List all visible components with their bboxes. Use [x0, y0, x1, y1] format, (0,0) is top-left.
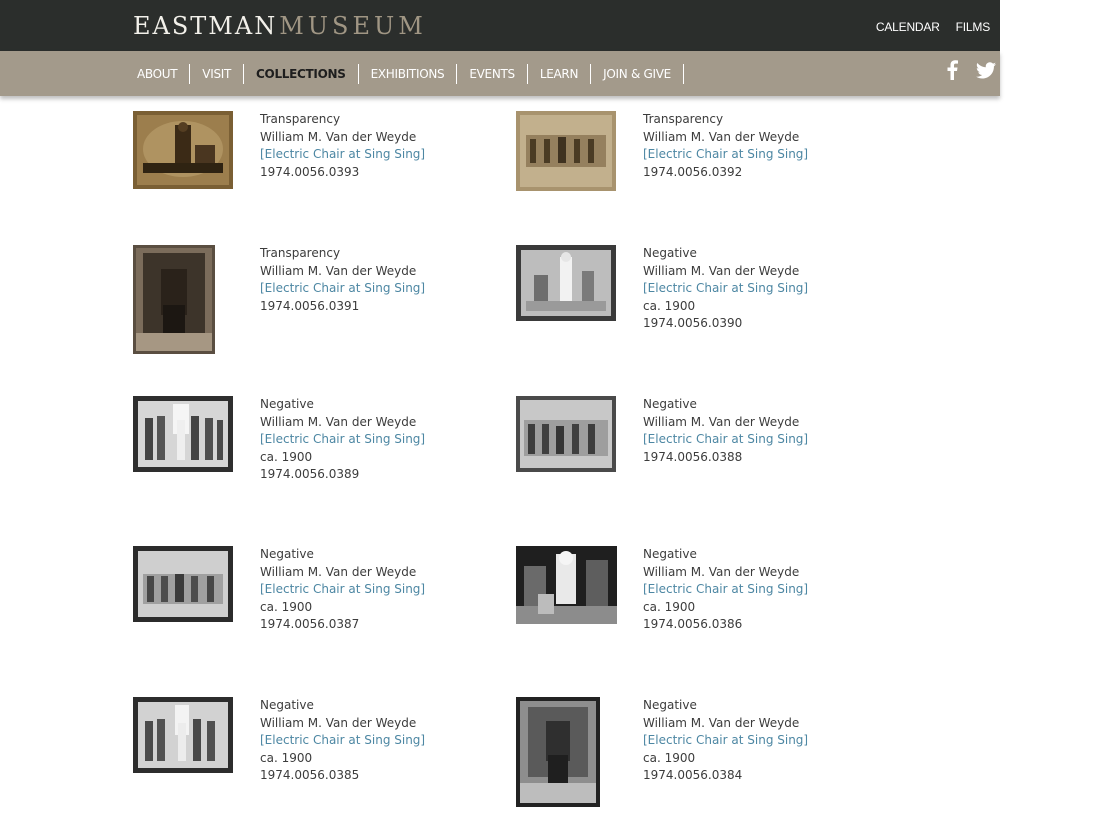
result-meta: Negative William M. Van der Weyde [Elect… — [260, 697, 425, 785]
object-title-link[interactable]: [Electric Chair at Sing Sing] — [260, 732, 425, 750]
page: EASTMANMUSEUM CALENDAR FILMS ABOUT VISIT… — [0, 0, 1100, 818]
nav-divider — [189, 63, 191, 84]
nav-divider — [682, 63, 684, 84]
object-date: ca. 1900 — [643, 599, 696, 614]
artist-name: William M. Van der Weyde — [643, 263, 800, 278]
nav-item-visit[interactable]: VISIT — [202, 67, 231, 81]
thumbnail-image[interactable] — [516, 396, 616, 472]
artist-name: William M. Van der Weyde — [643, 564, 800, 579]
accession-number: 1974.0056.0388 — [643, 449, 743, 464]
object-date: ca. 1900 — [260, 449, 313, 464]
main-nav-items: ABOUT VISIT COLLECTIONS EXHIBITIONS EVEN… — [137, 51, 696, 96]
object-title-link[interactable]: [Electric Chair at Sing Sing] — [260, 280, 425, 298]
object-title-link[interactable]: [Electric Chair at Sing Sing] — [643, 581, 808, 599]
museum-logo[interactable]: EASTMANMUSEUM — [133, 12, 427, 40]
accession-number: 1974.0056.0387 — [260, 617, 360, 632]
result-meta: Transparency William M. Van der Weyde [E… — [260, 245, 425, 315]
object-title-link[interactable]: [Electric Chair at Sing Sing] — [643, 280, 808, 298]
nav-item-collections[interactable]: COLLECTIONS — [256, 67, 346, 81]
accession-number: 1974.0056.0391 — [260, 298, 360, 313]
calendar-link[interactable]: CALENDAR — [876, 20, 940, 34]
object-title-link[interactable]: [Electric Chair at Sing Sing] — [260, 431, 425, 449]
result-meta: Negative William M. Van der Weyde [Elect… — [643, 546, 808, 634]
object-title-link[interactable]: [Electric Chair at Sing Sing] — [643, 431, 808, 449]
object-date: ca. 1900 — [643, 750, 696, 765]
nav-item-events[interactable]: EVENTS — [469, 67, 515, 81]
accession-number: 1974.0056.0389 — [260, 467, 360, 482]
thumbnail-image[interactable] — [516, 546, 617, 624]
thumbnail-image[interactable] — [133, 546, 233, 622]
artist-name: William M. Van der Weyde — [260, 129, 417, 144]
accession-number: 1974.0056.0390 — [643, 316, 743, 331]
thumbnail-image[interactable] — [133, 697, 233, 773]
object-title-link[interactable]: [Electric Chair at Sing Sing] — [260, 146, 425, 164]
result-meta: Negative William M. Van der Weyde [Elect… — [260, 396, 425, 484]
nav-divider — [456, 63, 458, 84]
accession-number: 1974.0056.0386 — [643, 617, 743, 632]
object-type: Transparency — [260, 246, 341, 260]
nav-item-join-give[interactable]: JOIN & GIVE — [603, 67, 671, 81]
result-meta: Negative William M. Van der Weyde [Elect… — [643, 697, 808, 785]
object-type: Negative — [260, 397, 314, 411]
twitter-icon[interactable] — [976, 61, 996, 79]
object-title-link[interactable]: [Electric Chair at Sing Sing] — [643, 146, 808, 164]
object-type: Negative — [643, 397, 697, 411]
artist-name: William M. Van der Weyde — [260, 715, 417, 730]
artist-name: William M. Van der Weyde — [260, 263, 417, 278]
logo-text-eastman: EASTMAN — [133, 12, 278, 40]
accession-number: 1974.0056.0385 — [260, 768, 360, 783]
nav-item-exhibitions[interactable]: EXHIBITIONS — [371, 67, 445, 81]
result-meta: Negative William M. Van der Weyde [Elect… — [643, 245, 808, 333]
films-link[interactable]: FILMS — [956, 20, 991, 34]
object-date: ca. 1900 — [260, 750, 313, 765]
nav-divider — [243, 63, 245, 84]
logo-text-museum: MUSEUM — [279, 12, 427, 40]
result-meta: Negative William M. Van der Weyde [Elect… — [643, 396, 808, 466]
object-title-link[interactable]: [Electric Chair at Sing Sing] — [260, 581, 425, 599]
thumbnail-image[interactable] — [133, 245, 215, 354]
artist-name: William M. Van der Weyde — [643, 715, 800, 730]
thumbnail-image[interactable] — [516, 697, 600, 807]
nav-item-learn[interactable]: LEARN — [540, 67, 579, 81]
object-type: Transparency — [260, 112, 341, 126]
accession-number: 1974.0056.0384 — [643, 768, 743, 783]
facebook-icon[interactable] — [946, 60, 958, 80]
artist-name: William M. Van der Weyde — [260, 414, 417, 429]
artist-name: William M. Van der Weyde — [260, 564, 417, 579]
nav-item-about[interactable]: ABOUT — [137, 67, 178, 81]
object-type: Negative — [260, 547, 314, 561]
result-meta: Negative William M. Van der Weyde [Elect… — [260, 546, 425, 634]
accession-number: 1974.0056.0392 — [643, 164, 743, 179]
thumbnail-image[interactable] — [133, 111, 233, 189]
result-meta: Transparency William M. Van der Weyde [E… — [643, 111, 808, 181]
nav-divider — [357, 63, 359, 84]
object-type: Negative — [643, 698, 697, 712]
thumbnail-image[interactable] — [516, 111, 616, 191]
thumbnail-image[interactable] — [133, 396, 233, 472]
object-type: Negative — [643, 547, 697, 561]
object-type: Negative — [260, 698, 314, 712]
object-type: Negative — [643, 246, 697, 260]
artist-name: William M. Van der Weyde — [643, 129, 800, 144]
nav-divider — [526, 63, 528, 84]
utility-nav: CALENDAR FILMS — [876, 20, 990, 34]
accession-number: 1974.0056.0393 — [260, 164, 360, 179]
header-bar: EASTMANMUSEUM CALENDAR FILMS — [0, 0, 1000, 51]
thumbnail-image[interactable] — [516, 245, 616, 321]
object-type: Transparency — [643, 112, 724, 126]
nav-divider — [590, 63, 592, 84]
object-date: ca. 1900 — [643, 298, 696, 313]
social-links — [946, 60, 996, 80]
result-meta: Transparency William M. Van der Weyde [E… — [260, 111, 425, 181]
artist-name: William M. Van der Weyde — [643, 414, 800, 429]
object-date: ca. 1900 — [260, 599, 313, 614]
object-title-link[interactable]: [Electric Chair at Sing Sing] — [643, 732, 808, 750]
main-nav: ABOUT VISIT COLLECTIONS EXHIBITIONS EVEN… — [0, 51, 1000, 96]
